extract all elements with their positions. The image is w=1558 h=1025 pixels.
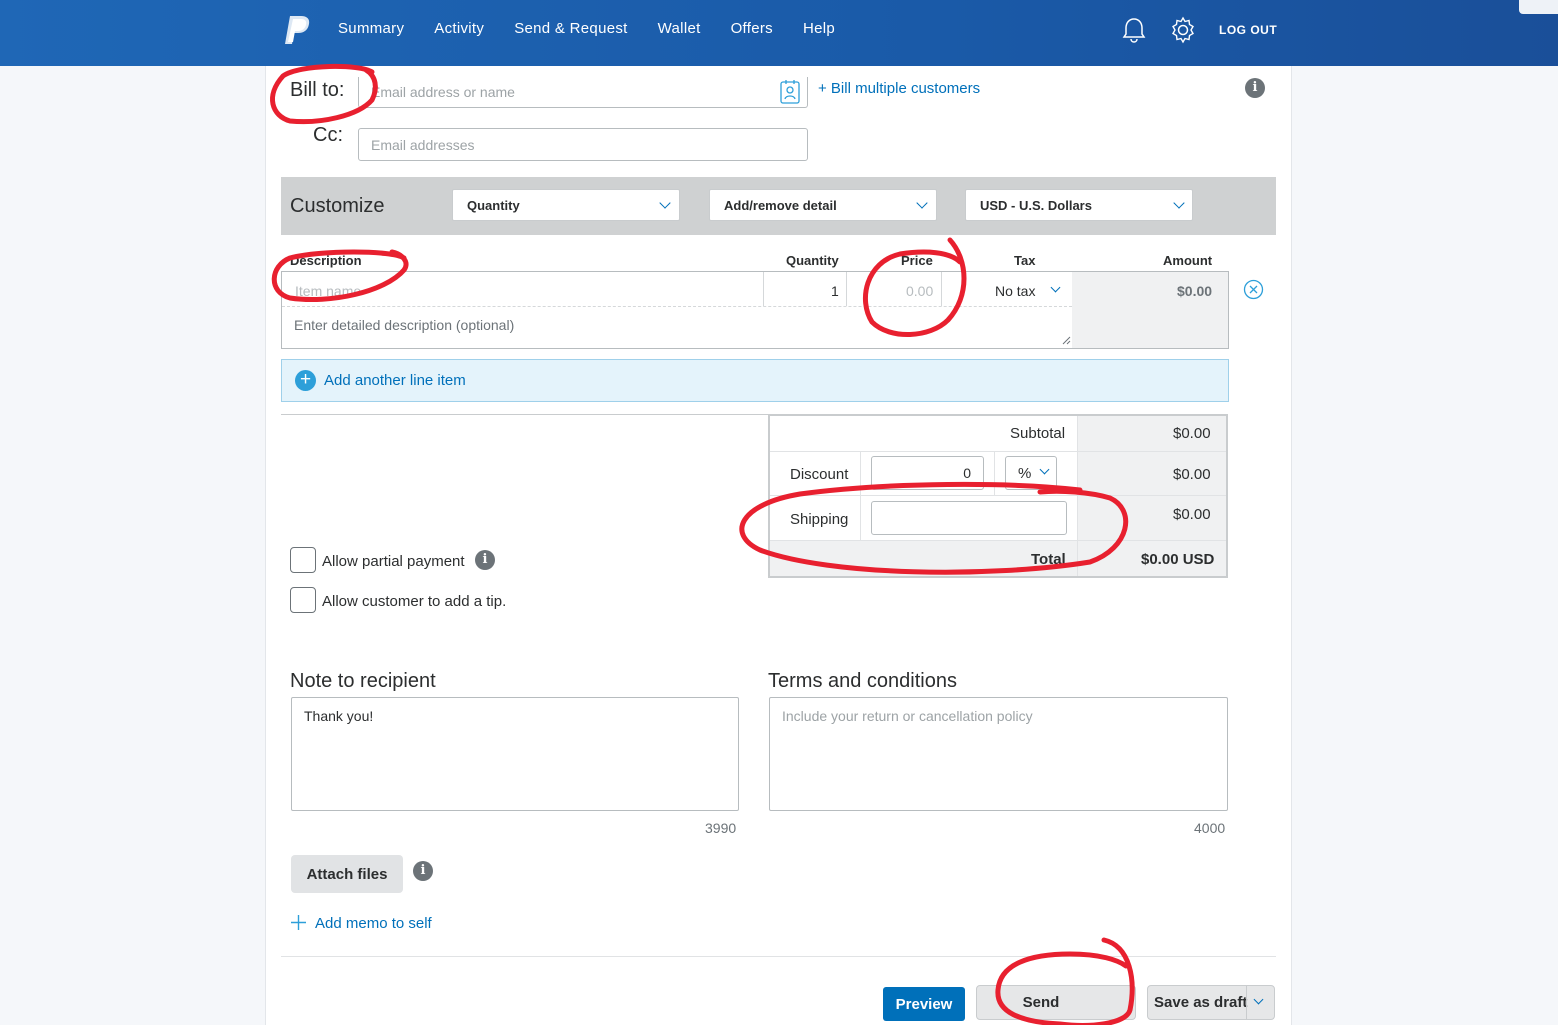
subtotal-label: Subtotal (1010, 425, 1066, 442)
bell-icon[interactable] (1121, 16, 1147, 44)
divider (1077, 416, 1078, 576)
contacts-icon[interactable] (779, 79, 801, 105)
col-quantity: Quantity (786, 253, 839, 268)
quantity-input[interactable]: 1 (831, 283, 839, 299)
nav-wallet[interactable]: Wallet (658, 20, 701, 37)
discount-unit-select[interactable]: % (1005, 456, 1057, 490)
cc-input[interactable]: Email addresses (358, 128, 808, 161)
partial-payment-checkbox[interactable] (290, 547, 316, 573)
item-name-input[interactable]: Item name (295, 283, 361, 299)
divider (770, 495, 1226, 496)
plus-icon[interactable] (290, 914, 307, 931)
main-nav: Summary Activity Send & Request Wallet O… (338, 20, 835, 37)
divider (281, 414, 768, 415)
resize-handle-icon[interactable] (1062, 336, 1071, 345)
detail-select[interactable]: Add/remove detail (709, 189, 937, 221)
note-label: Note to recipient (290, 670, 436, 692)
nav-send-request[interactable]: Send & Request (514, 20, 627, 37)
discount-input[interactable]: 0 (871, 456, 984, 490)
send-button[interactable]: Send (976, 985, 1136, 1020)
paypal-logo[interactable] (282, 14, 312, 46)
cc-label: Cc: (313, 124, 343, 146)
amount-value: $0.00 (1177, 283, 1213, 299)
bill-to-label: Bill to: (290, 79, 345, 101)
divider (1246, 986, 1247, 1019)
info-icon[interactable]: i (413, 861, 433, 881)
cc-placeholder: Email addresses (371, 136, 475, 153)
total-value: $0.00 USD (1141, 551, 1215, 568)
nav-summary[interactable]: Summary (338, 20, 404, 37)
divider (282, 306, 1072, 307)
divider (281, 956, 1276, 957)
bill-multiple-link[interactable]: + Bill multiple customers (818, 80, 980, 97)
nav-activity[interactable]: Activity (434, 20, 484, 37)
divider (994, 452, 995, 495)
preview-button[interactable]: Preview (883, 987, 965, 1021)
terms-label: Terms and conditions (768, 670, 957, 692)
send-label: Send (1022, 994, 1060, 1011)
subtotal-value: $0.00 (1173, 425, 1211, 442)
tip-label: Allow customer to add a tip. (322, 593, 507, 610)
shipping-value: $0.00 (1173, 506, 1211, 523)
info-icon[interactable]: i (475, 550, 495, 570)
logout-link[interactable]: LOG OUT (1219, 23, 1277, 37)
add-memo-link[interactable]: Add memo to self (315, 915, 432, 932)
nav-offers[interactable]: Offers (731, 20, 773, 37)
gear-icon[interactable] (1169, 16, 1197, 44)
terms-placeholder: Include your return or cancellation poli… (782, 708, 1033, 724)
divider (763, 272, 764, 306)
col-description: Description (290, 253, 362, 268)
nav-help[interactable]: Help (803, 20, 835, 37)
discount-value: $0.00 (1173, 466, 1211, 483)
bill-to-input[interactable]: Email address or name (358, 77, 808, 108)
note-textarea[interactable]: Thank you! (291, 697, 739, 811)
total-label: Total (1031, 551, 1066, 568)
attach-files-label: Attach files (306, 865, 388, 883)
note-counter: 3990 (705, 820, 737, 836)
price-input[interactable]: 0.00 (906, 283, 933, 299)
divider (941, 272, 942, 306)
info-icon[interactable]: i (1245, 78, 1265, 98)
quantity-select[interactable]: Quantity (452, 189, 680, 221)
col-tax: Tax (1014, 253, 1036, 268)
customize-label: Customize (290, 195, 385, 217)
partial-payment-label: Allow partial payment (322, 553, 465, 570)
preview-label: Preview (895, 995, 953, 1013)
col-amount: Amount (1163, 253, 1213, 268)
tip-checkbox[interactable] (290, 587, 316, 613)
shipping-label: Shipping (790, 511, 849, 528)
remove-item-icon[interactable] (1243, 279, 1264, 300)
currency-select-value: USD - U.S. Dollars (980, 197, 1092, 213)
shipping-input[interactable] (871, 501, 1067, 535)
divider (770, 451, 1226, 452)
quantity-select-value: Quantity (467, 197, 520, 213)
description-input[interactable]: Enter detailed description (optional) (294, 317, 514, 333)
bill-to-placeholder: Email address or name (371, 84, 515, 100)
terms-counter: 4000 (1194, 820, 1226, 836)
save-draft-label: Save as draft (1154, 994, 1248, 1011)
discount-label: Discount (790, 466, 849, 483)
detail-select-value: Add/remove detail (724, 197, 837, 213)
note-text: Thank you! (304, 708, 374, 724)
top-nav-bar: Summary Activity Send & Request Wallet O… (0, 0, 1558, 66)
divider (860, 452, 861, 540)
add-line-item-link[interactable]: Add another line item (324, 372, 466, 389)
currency-select[interactable]: USD - U.S. Dollars (965, 189, 1193, 221)
divider (846, 272, 847, 306)
plus-circle-icon[interactable]: + (295, 370, 316, 391)
attach-files-button[interactable]: Attach files (291, 855, 403, 893)
discount-unit-value: % (1018, 464, 1032, 482)
col-price: Price (901, 253, 933, 268)
discount-input-value: 0 (963, 465, 971, 481)
terms-textarea[interactable]: Include your return or cancellation poli… (769, 697, 1228, 811)
tax-select[interactable]: No tax (995, 283, 1035, 299)
corner-tab (1519, 0, 1558, 14)
